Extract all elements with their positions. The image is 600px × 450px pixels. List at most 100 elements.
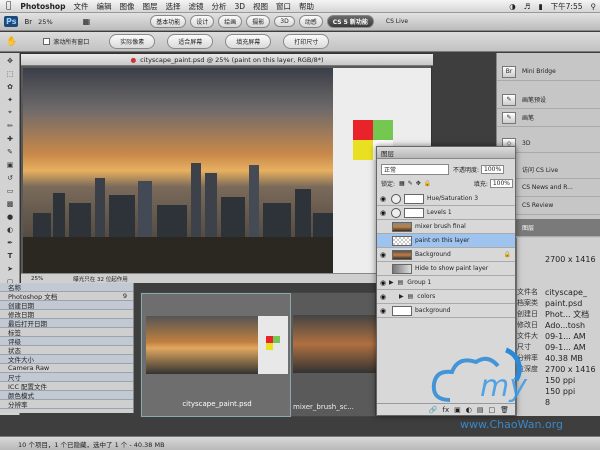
fill-screen-button[interactable]: 填充屏幕 [225,34,272,49]
visibility-eye-icon[interactable]: ◉ [377,293,389,301]
list-item[interactable]: 最后打开日期 [0,319,133,328]
actual-pixels-button[interactable]: 实际像素 [109,34,156,49]
menu-file[interactable]: 文件 [69,1,92,12]
layer-row[interactable]: ◉ ▶ ▤ colors [377,290,515,304]
lasso-tool-icon[interactable]: ✿ [3,81,17,92]
volume-icon[interactable]: ♬ [520,2,535,11]
workspace-motion[interactable]: 动感 [298,15,323,28]
trash-icon[interactable]: 🗑 [500,406,509,414]
quick-select-tool-icon[interactable]: ✦ [3,94,17,105]
layer-row[interactable]: ◉ background [377,304,515,318]
apple-menu-icon[interactable]:  [0,1,16,11]
close-doc-icon[interactable]: ● [130,56,136,64]
pen-tool-icon[interactable]: ✒ [3,237,17,248]
visibility-eye-icon[interactable]: ◉ [377,251,389,259]
adjustment-layer-icon[interactable]: ◐ [466,406,472,414]
lock-all-icon[interactable]: 🔒 [424,180,431,187]
workspace-cs5-new[interactable]: CS 5 新功能 [326,15,374,28]
layer-row[interactable]: ◉ Hue/Saturation 3 [377,192,515,206]
list-item[interactable]: Photoshop 文档 9 [0,292,133,301]
hand-tool-preset-icon[interactable]: ✋ [6,37,17,47]
menu-view[interactable]: 视图 [249,1,272,12]
layer-row[interactable]: ◉ Levels 1 [377,206,515,220]
menu-window[interactable]: 窗口 [272,1,295,12]
layer-row[interactable]: ◉ Background 🔒 [377,248,515,262]
visibility-eye-icon[interactable]: ◉ [377,195,389,203]
visibility-eye-icon[interactable]: ◉ [377,307,389,315]
document-tab[interactable]: ● cityscape_paint.psd @ 25% (paint on th… [21,54,433,66]
list-item[interactable]: 状态 [0,346,133,355]
list-item[interactable]: 标签 [0,328,133,337]
workspace-photography[interactable]: 摄影 [246,15,271,28]
list-item[interactable]: 修改日期 [0,310,133,319]
wifi-icon[interactable]: ◑ [505,2,520,11]
list-item[interactable]: ICC 配置文件 [0,382,133,391]
list-item[interactable]: 文件大小 [0,355,133,364]
list-item[interactable]: 尺寸 [0,373,133,382]
menu-filter[interactable]: 滤镜 [184,1,207,12]
print-size-button[interactable]: 打印尺寸 [283,34,330,49]
menu-analysis[interactable]: 分析 [207,1,230,12]
doc-zoom[interactable]: 25% [21,276,53,282]
battery-icon[interactable]: ▮ [535,2,547,11]
clock[interactable]: 下午7:55 [547,1,587,12]
list-item[interactable]: 名称 [0,283,133,292]
arrange-icon[interactable]: ▦ [83,17,91,26]
list-item[interactable]: Camera Raw [0,364,133,373]
workspace-essentials[interactable]: 基本功能 [150,15,187,28]
list-item[interactable]: 评级 [0,337,133,346]
workspace-3d[interactable]: 3D [274,16,295,27]
bridge-icon[interactable]: Br [24,18,32,26]
type-tool-icon[interactable]: T [3,250,17,261]
file-thumb-selected[interactable]: cityscape_paint.psd [141,293,291,417]
visibility-eye-icon[interactable]: ◉ [377,279,389,287]
add-mask-icon[interactable]: ▣ [454,406,461,414]
menu-select[interactable]: 选择 [161,1,184,12]
list-item[interactable]: 颜色模式 [0,391,133,400]
menu-edit[interactable]: 编辑 [92,1,115,12]
visibility-eye-icon[interactable]: ◉ [377,209,389,217]
brush-tool-icon[interactable]: ✎ [3,146,17,157]
layer-row[interactable]: mixer brush final [377,220,515,234]
new-group-icon[interactable]: ▤ [477,406,484,414]
panel-brush[interactable]: ✎ 画笔 [497,109,600,127]
panel-mini-bridge[interactable]: Br Mini Bridge [497,63,600,81]
move-tool-icon[interactable]: ✥ [3,55,17,66]
fx-icon[interactable]: fx [443,406,450,414]
gradient-tool-icon[interactable]: ▩ [3,198,17,209]
doc-status-text[interactable]: 曝光只在 32 位起作用 [53,275,128,283]
layer-row-selected[interactable]: paint on this layer [377,234,515,248]
blend-mode-select[interactable]: 正常 [381,163,449,175]
scroll-all-checkbox[interactable] [43,38,51,45]
layer-row[interactable]: Hide to show paint layer [377,262,515,276]
workspace-design[interactable]: 设计 [190,15,215,28]
layer-row[interactable]: ◉ ▶ ▤ Group 1 [377,276,515,290]
blur-tool-icon[interactable]: ● [3,211,17,222]
clone-stamp-tool-icon[interactable]: ▣ [3,159,17,170]
layers-tab[interactable]: 图层 [377,147,515,159]
spotlight-icon[interactable]: ⚲ [587,2,600,11]
fill-input[interactable]: 100% [489,178,513,188]
lock-position-icon[interactable]: ✥ [416,180,421,187]
fit-screen-button[interactable]: 适合屏幕 [167,34,214,49]
canvas-photo[interactable] [23,68,333,273]
list-item[interactable]: 分辨率 [0,400,133,409]
lock-pixels-icon[interactable]: ✎ [408,180,413,187]
menu-image[interactable]: 图像 [115,1,138,12]
zoom-select[interactable]: 25% [38,18,52,26]
opacity-input[interactable]: 100% [481,164,505,174]
menu-3d[interactable]: 3D [230,2,249,11]
new-layer-icon[interactable]: □ [488,406,495,414]
list-item[interactable]: 创建日期 [0,301,133,310]
eyedropper-tool-icon[interactable]: ✏ [3,120,17,131]
link-layers-icon[interactable]: 🔗 [429,406,438,414]
eraser-tool-icon[interactable]: ▭ [3,185,17,196]
menu-help[interactable]: 帮助 [295,1,318,12]
history-brush-tool-icon[interactable]: ↺ [3,172,17,183]
dodge-tool-icon[interactable]: ◐ [3,224,17,235]
menu-app-photoshop[interactable]: Photoshop [16,2,69,11]
workspace-painting[interactable]: 绘画 [218,15,243,28]
healing-brush-tool-icon[interactable]: ✚ [3,133,17,144]
panel-brush-presets[interactable]: ✎ 画笔预设 [497,91,600,109]
marquee-tool-icon[interactable]: ⬚ [3,68,17,79]
